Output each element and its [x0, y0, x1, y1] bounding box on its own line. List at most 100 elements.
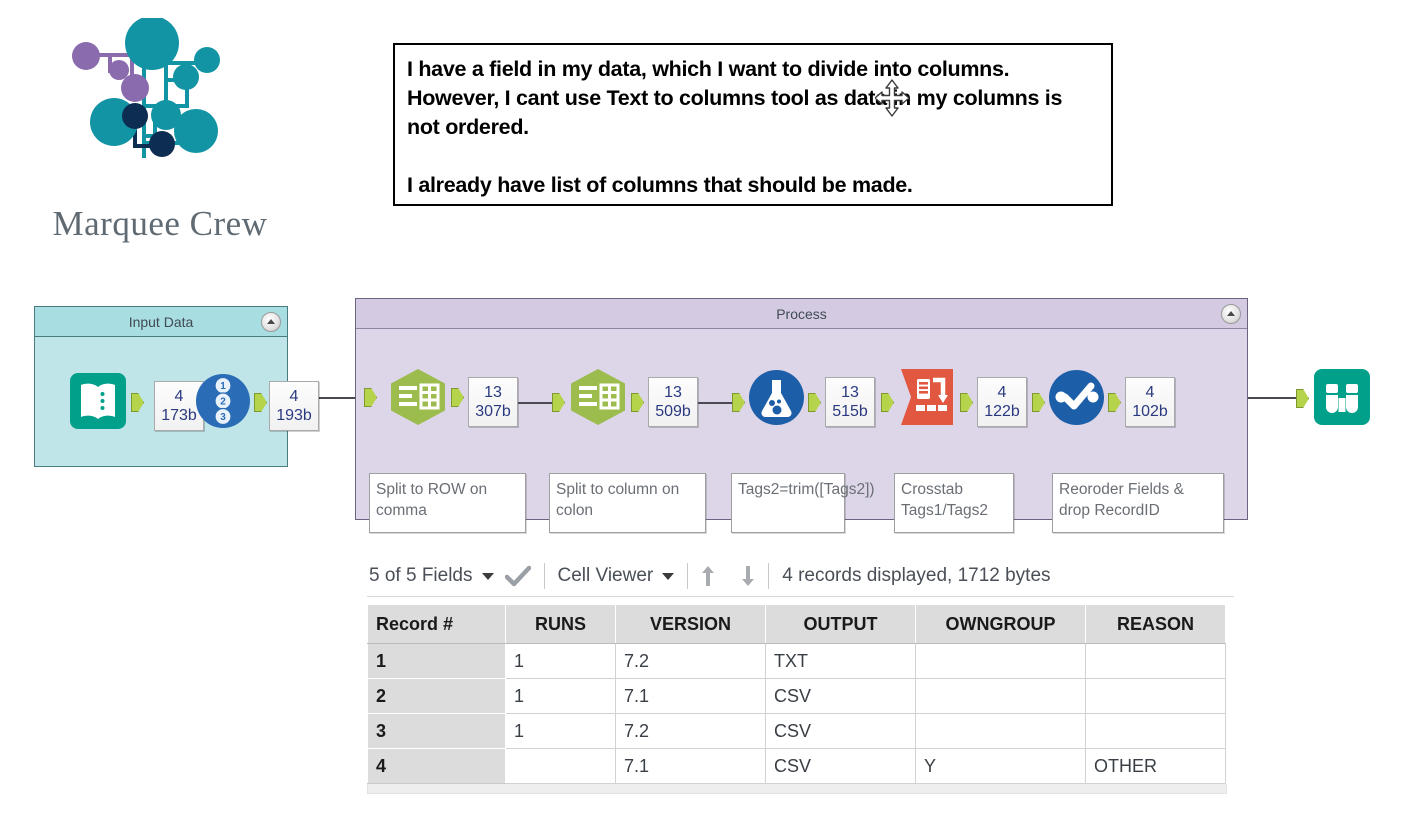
databox-size: 102b [1132, 403, 1168, 420]
connector-nub [808, 393, 821, 412]
cell-reason: OTHER [1085, 748, 1226, 784]
connector-nub [960, 393, 973, 412]
input-data-book-icon[interactable] [69, 372, 127, 430]
connector-nub [1296, 389, 1309, 408]
collapse-chevron-icon[interactable] [261, 311, 281, 332]
connector-nub [732, 393, 745, 412]
connector-nub [631, 393, 644, 412]
cell-record: 1 [367, 643, 506, 679]
container-process-header: Process [356, 299, 1247, 329]
cell-reason [1085, 643, 1226, 679]
databox-record-count: 4 [997, 384, 1007, 401]
cell-runs: 1 [505, 643, 616, 679]
arrow-down-icon[interactable] [740, 564, 756, 588]
table-footer-strip [367, 784, 1227, 794]
record-id-icon[interactable]: 1 2 3 [196, 374, 250, 428]
svg-text:3: 3 [220, 412, 226, 423]
results-toolbar: 5 of 5 Fields Cell Viewer 4 records disp… [367, 556, 1234, 597]
chevron-down-icon[interactable] [481, 572, 494, 580]
databox-record-count: 4 [1145, 384, 1155, 401]
crosstab-icon[interactable] [897, 367, 957, 427]
arrow-up-icon[interactable] [700, 564, 716, 588]
cell-output: CSV [765, 678, 916, 714]
wire [698, 402, 733, 404]
cell-output: CSV [765, 713, 916, 749]
table-row[interactable]: 2 1 7.1 CSV [367, 678, 1226, 714]
databox-record-count: 13 [841, 384, 859, 401]
column-header-version[interactable]: VERSION [615, 604, 766, 644]
viewer-label: Cell Viewer [557, 565, 654, 586]
cell-output: TXT [765, 643, 916, 679]
wire-process-to-browse [1248, 397, 1302, 399]
chevron-down-icon[interactable] [662, 572, 675, 580]
container-process-title: Process [776, 305, 827, 322]
cell-runs: 1 [505, 678, 616, 714]
column-header-reason[interactable]: REASON [1085, 604, 1226, 644]
cell-record: 3 [367, 713, 506, 749]
tool-annotation: Reoroder Fields & drop RecordID [1052, 473, 1224, 533]
cell-version: 7.2 [615, 713, 766, 749]
databox-record-count: 13 [484, 384, 502, 401]
connector-nub [1032, 393, 1045, 412]
connector-nub [881, 393, 894, 412]
connector-nub [552, 393, 565, 412]
databox-records: 4 122b [977, 377, 1027, 427]
tool-annotation: Split to ROW on comma [369, 473, 526, 533]
cell-owngroup: Y [915, 748, 1086, 784]
text-to-columns-icon[interactable] [569, 368, 627, 426]
records-status-label: 4 records displayed, 1712 bytes [782, 565, 1051, 586]
cell-owngroup [915, 643, 1086, 679]
results-panel: 5 of 5 Fields Cell Viewer 4 records disp… [367, 556, 1234, 794]
table-row[interactable]: 1 1 7.2 TXT [367, 643, 1226, 679]
databox-record-count: 4 [289, 388, 299, 405]
container-process-body: 13 307b Split to ROW on comma 13 509b Sp… [356, 329, 1247, 533]
move-cursor-icon [875, 79, 909, 117]
column-header-record[interactable]: Record # [367, 604, 506, 644]
table-row[interactable]: 3 1 7.2 CSV [367, 713, 1226, 749]
databox-records: 4 193b [269, 381, 319, 431]
container-input-data-body: 4 173b 1 2 3 4 193b [35, 337, 319, 466]
tool-annotation: Crosstab Tags1/Tags2 [894, 473, 1014, 533]
column-header-output[interactable]: OUTPUT [765, 604, 916, 644]
viewer-selector[interactable]: Cell Viewer [545, 556, 688, 596]
column-header-owngroup[interactable]: OWNGROUP [915, 604, 1086, 644]
fields-label: 5 of 5 Fields [369, 565, 473, 586]
tool-annotation: Split to column on colon [549, 473, 706, 533]
cell-owngroup [915, 713, 1086, 749]
databox-size: 515b [832, 403, 868, 420]
cell-output: CSV [765, 748, 916, 784]
connector-nub [451, 388, 464, 407]
check-icon[interactable] [504, 565, 531, 587]
fields-selector[interactable]: 5 of 5 Fields [367, 556, 544, 596]
records-status: 4 records displayed, 1712 bytes [769, 556, 1063, 596]
wire [518, 402, 553, 404]
container-input-data-header: Input Data [35, 307, 287, 337]
collapse-chevron-icon[interactable] [1221, 303, 1241, 324]
databox-size: 193b [276, 407, 312, 424]
databox-record-count: 13 [664, 384, 682, 401]
formula-flask-icon[interactable] [749, 370, 804, 425]
connector-nub [131, 393, 144, 412]
container-input-data-title: Input Data [128, 313, 194, 330]
cell-owngroup [915, 678, 1086, 714]
databox-records: 13 515b [825, 377, 875, 427]
text-to-columns-icon[interactable] [389, 368, 447, 426]
toolbar-divider [687, 563, 689, 589]
table-row[interactable]: 4 7.1 CSV Y OTHER [367, 748, 1226, 784]
brand-logo: Marquee Crew [10, 18, 310, 268]
svg-text:2: 2 [220, 397, 226, 408]
cell-record: 4 [367, 748, 506, 784]
databox-size: 509b [655, 403, 691, 420]
cell-version: 7.1 [615, 748, 766, 784]
databox-size: 173b [161, 407, 197, 424]
tool-annotation: Tags2=trim([Tags2]) [731, 473, 875, 533]
container-process[interactable]: Process 13 307b Split to ROW on comma 13… [355, 298, 1248, 533]
results-table[interactable]: Record # RUNS VERSION OUTPUT OWNGROUP RE… [367, 604, 1226, 784]
browse-binoculars-icon[interactable] [1313, 368, 1371, 426]
column-header-runs[interactable]: RUNS [505, 604, 616, 644]
cell-record: 2 [367, 678, 506, 714]
cell-runs [505, 748, 616, 784]
select-check-icon[interactable] [1049, 370, 1104, 425]
container-input-data[interactable]: Input Data 4 173b 123 4 193b [34, 306, 319, 467]
databox-record-count: 4 [174, 388, 184, 405]
